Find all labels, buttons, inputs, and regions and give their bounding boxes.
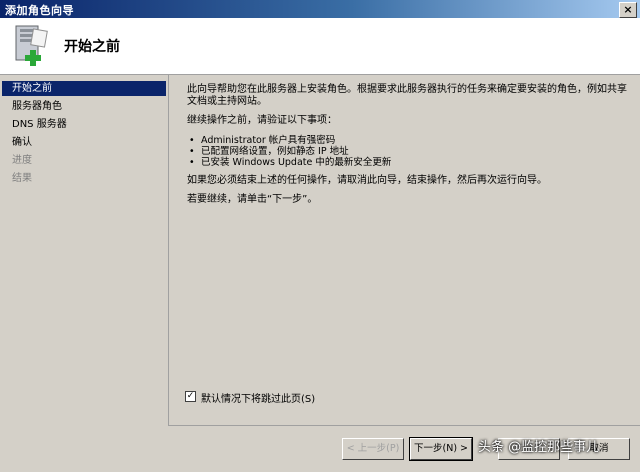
next-button[interactable]: 下一步(N) > — [409, 437, 473, 461]
wizard-header: 开始之前 — [0, 18, 640, 75]
page-title: 开始之前 — [64, 39, 120, 55]
bullet-icon: • — [189, 146, 195, 157]
watermark-text: 头条 @监控那些事儿 — [478, 440, 600, 455]
intro-text: 此向导帮助您在此服务器上安装角色。根据要求此服务器执行的任务来确定要安装的角色，… — [187, 84, 627, 107]
server-add-role-icon — [15, 25, 48, 66]
sidebar-item-progress: 进度 — [12, 155, 32, 166]
list-item: • 已安装 Windows Update 中的最新安全更新 — [189, 157, 392, 168]
close-button[interactable]: × — [619, 2, 637, 18]
sidebar-item-results: 结果 — [12, 173, 32, 184]
title-bar[interactable]: 添加角色向导 × — [0, 0, 640, 18]
wizard-steps-sidebar: 开始之前 服务器角色 DNS 服务器 确认 进度 结果 — [0, 75, 167, 472]
sidebar-item-confirmation[interactable]: 确认 — [2, 135, 166, 150]
bullet-icon: • — [189, 135, 195, 146]
window-title: 添加角色向导 — [5, 4, 74, 17]
verify-heading: 继续操作之前，请验证以下事项： — [187, 115, 337, 126]
continue-note: 若要继续，请单击“下一步”。 — [187, 194, 318, 205]
back-button: < 上一步(P) — [342, 438, 404, 460]
bullet-icon: • — [189, 157, 195, 168]
list-item: • Administrator 帐户具有强密码 — [189, 135, 336, 146]
wizard-content: 此向导帮助您在此服务器上安装角色。根据要求此服务器执行的任务来确定要安装的角色，… — [168, 75, 640, 425]
skip-page-checkbox[interactable]: ✓ — [185, 391, 196, 402]
add-roles-wizard-window: 添加角色向导 × 开始之前 开始之前 服务器角色 DNS 服务器 确认 进度 结… — [0, 0, 640, 472]
sidebar-item-before-you-begin[interactable]: 开始之前 — [2, 81, 166, 96]
skip-page-label[interactable]: 默认情况下将跳过此页(S) — [201, 390, 315, 405]
prerequisite-list: • Administrator 帐户具有强密码 • 已配置网络设置，例如静态 IP … — [189, 135, 609, 168]
sidebar-item-dns-server[interactable]: DNS 服务器 — [2, 117, 166, 132]
list-item: • 已配置网络设置，例如静态 IP 地址 — [189, 146, 349, 157]
sidebar-item-server-roles[interactable]: 服务器角色 — [2, 99, 166, 114]
cancel-note: 如果您必须结束上述的任何操作，请取消此向导，结束操作，然后再次运行向导。 — [187, 175, 547, 186]
